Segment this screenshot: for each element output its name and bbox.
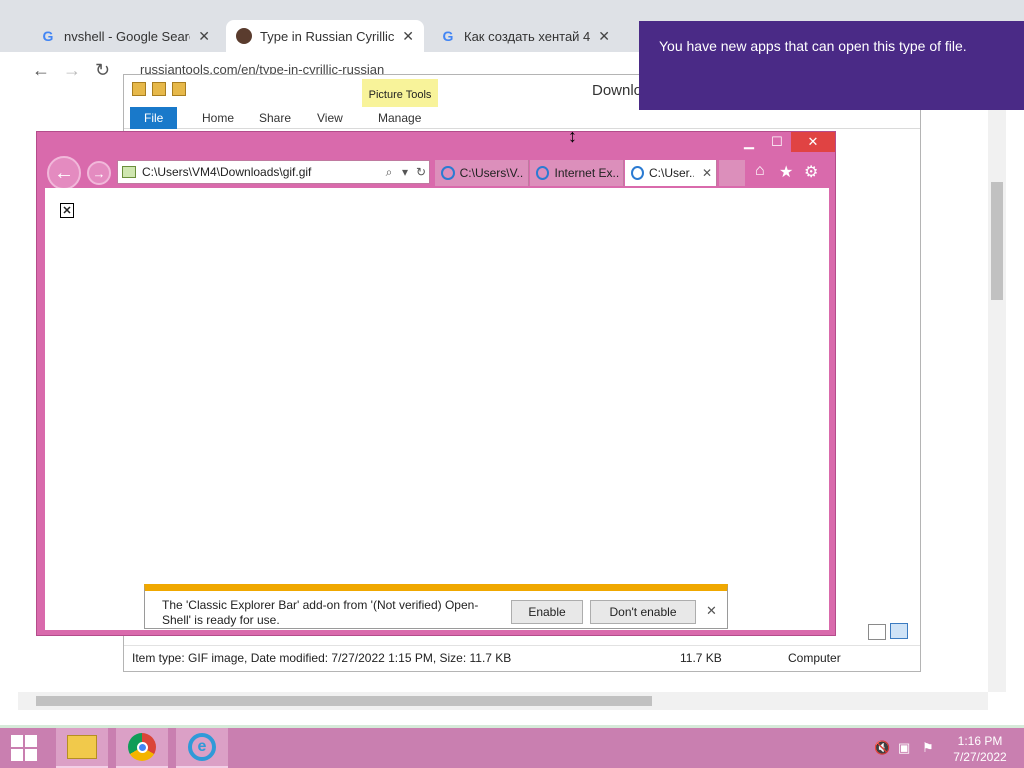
back-arrow-icon[interactable]: ←	[47, 156, 81, 190]
back-arrow-icon[interactable]: ←	[32, 60, 50, 81]
ie-navigation-bar: ← → C:\Users\VM4\Downloads\gif.gif ⌕ ▾ ↻…	[37, 154, 835, 190]
ie-page-content: ✕	[45, 188, 829, 630]
addon-notification-bar: The 'Classic Explorer Bar' add-on from '…	[144, 584, 728, 629]
ie-page-icon	[536, 166, 550, 180]
close-icon[interactable]: ✕	[198, 28, 210, 45]
volume-muted-icon[interactable]: 🔇	[874, 740, 890, 756]
close-icon[interactable]: ✕	[706, 603, 717, 619]
broken-image-icon: ✕	[60, 203, 74, 218]
settings-gear-icon[interactable]: ⚙	[804, 162, 818, 182]
dropdown-icon[interactable]: ▾	[397, 165, 413, 179]
chrome-tab-3[interactable]: G Как создать хентай 4 - В ✕	[430, 20, 620, 52]
scrollbar-thumb[interactable]	[991, 182, 1003, 300]
ie-caption-buttons: ▁ ☐ ✕	[735, 132, 835, 154]
close-tab-icon[interactable]: ✕	[702, 166, 712, 180]
new-folder-icon[interactable]	[152, 82, 166, 96]
forward-arrow-icon[interactable]: →	[63, 60, 81, 81]
ie-address-text[interactable]: C:\Users\VM4\Downloads\gif.gif	[142, 165, 381, 179]
close-button[interactable]: ✕	[791, 132, 835, 152]
explorer-ribbon-tabs: File Home Share View Manage	[124, 107, 920, 129]
resize-cursor-icon: ↕	[568, 126, 577, 146]
enable-button[interactable]: Enable	[511, 600, 583, 624]
minimize-button[interactable]: ▁	[735, 132, 763, 152]
folder-icon[interactable]	[172, 82, 186, 96]
details-view-icon[interactable]	[868, 624, 886, 640]
chrome-tab-label: Type in Russian Cyrillic us	[260, 28, 395, 44]
toast-message: You have new apps that can open this typ…	[659, 38, 967, 54]
notification-message: The 'Classic Explorer Bar' add-on from '…	[162, 598, 479, 627]
ie-tab-3[interactable]: C:\User... ✕	[625, 160, 717, 186]
ie-tab-1[interactable]: C:\Users\V...	[435, 160, 529, 186]
taskbar-chrome[interactable]	[116, 728, 168, 768]
ribbon-tab-view[interactable]: View	[303, 107, 357, 129]
google-icon: G	[42, 28, 54, 44]
ie-tab-label: C:\User...	[648, 166, 694, 180]
ie-tab-2[interactable]: Internet Ex...	[530, 160, 624, 186]
forward-arrow-icon[interactable]: →	[87, 161, 111, 185]
clock-time: 1:16 PM	[957, 734, 1003, 748]
clock-date: 7/27/2022	[953, 750, 1007, 764]
status-size: 11.7 KB	[680, 651, 722, 665]
chrome-tab-2[interactable]: Type in Russian Cyrillic us ✕	[226, 20, 424, 52]
reload-icon[interactable]: ↻	[95, 60, 110, 81]
action-center-icon[interactable]: ⚑	[922, 740, 934, 756]
maximize-button[interactable]: ☐	[763, 132, 791, 152]
start-button[interactable]	[0, 728, 48, 768]
explorer-status-bar: Item type: GIF image, Date modified: 7/2…	[124, 645, 920, 669]
taskbar-clock[interactable]: 1:16 PM 7/27/2022	[946, 733, 1014, 765]
ie-tab-label: Internet Ex...	[554, 166, 619, 180]
search-icon[interactable]: ⌕	[381, 165, 397, 180]
status-details: Item type: GIF image, Date modified: 7/2…	[132, 651, 512, 665]
build-watermark: buna 9600	[950, 710, 1012, 725]
folder-icon	[67, 735, 97, 759]
quick-access-toolbar	[132, 82, 186, 96]
image-file-icon	[122, 166, 136, 178]
taskbar-file-explorer[interactable]	[56, 728, 108, 768]
chrome-tab-label: nvshell - Google Search	[64, 28, 191, 44]
close-icon[interactable]: ✕	[598, 28, 610, 45]
site-icon	[236, 28, 252, 44]
horizontal-scrollbar[interactable]	[18, 692, 988, 710]
taskbar: e 🔇 ▣ ⚑ 1:16 PM 7/27/2022	[0, 728, 1024, 768]
new-apps-toast[interactable]: You have new apps that can open this typ…	[639, 21, 1024, 110]
internet-explorer-icon: e	[188, 733, 216, 761]
google-icon: G	[442, 28, 454, 44]
ribbon-tab-file[interactable]: File	[130, 107, 178, 129]
properties-icon[interactable]	[132, 82, 146, 96]
favorites-star-icon[interactable]: ★	[779, 162, 793, 182]
close-icon[interactable]: ✕	[402, 28, 414, 45]
internet-explorer-window: ▁ ☐ ✕ ← → C:\Users\VM4\Downloads\gif.gif…	[36, 131, 836, 636]
ie-address-bar[interactable]: C:\Users\VM4\Downloads\gif.gif ⌕ ▾ ↻	[117, 160, 430, 184]
ribbon-tab-share[interactable]: Share	[245, 107, 305, 129]
scrollbar-thumb[interactable]	[36, 696, 652, 706]
vertical-scrollbar[interactable]	[988, 90, 1006, 692]
refresh-icon[interactable]: ↻	[413, 165, 429, 179]
dont-enable-button[interactable]: Don't enable	[590, 600, 696, 624]
ie-page-icon	[441, 166, 455, 180]
status-location: Computer	[788, 651, 841, 665]
ribbon-tab-manage[interactable]: Manage	[364, 107, 435, 129]
chrome-tab-label: Как создать хентай 4 - В	[464, 28, 591, 44]
chrome-icon	[128, 733, 156, 761]
chrome-tab-1[interactable]: G nvshell - Google Search ✕	[30, 20, 220, 52]
ie-page-icon	[631, 166, 644, 180]
large-icons-view-icon[interactable]	[890, 623, 908, 639]
home-icon[interactable]: ⌂	[755, 162, 765, 180]
taskbar-internet-explorer[interactable]: e	[176, 728, 228, 768]
new-tab-button[interactable]	[719, 160, 745, 186]
ribbon-tab-home[interactable]: Home	[188, 107, 248, 129]
windows-logo-icon	[11, 735, 37, 761]
network-icon[interactable]: ▣	[898, 740, 910, 756]
ie-tab-label: C:\Users\V...	[459, 166, 524, 180]
